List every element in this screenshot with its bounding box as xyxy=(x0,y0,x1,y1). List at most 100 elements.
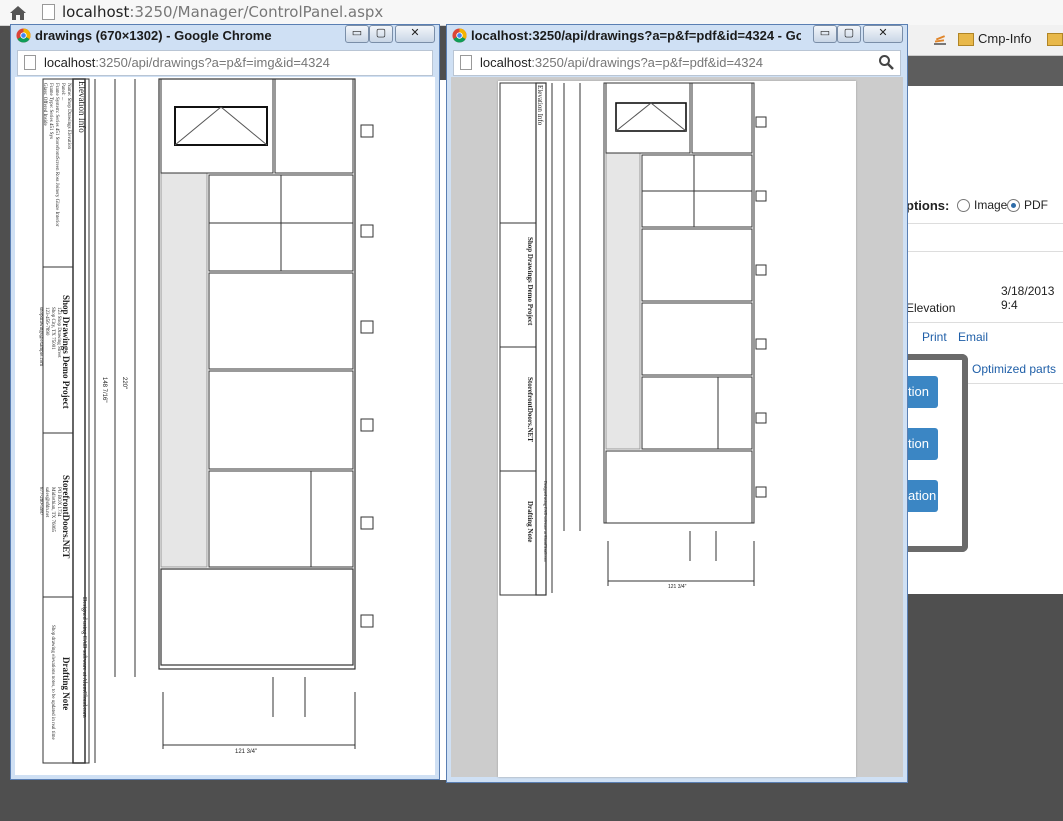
divider xyxy=(906,322,1063,323)
chrome-icon xyxy=(16,28,31,43)
email-link[interactable]: Email xyxy=(958,330,988,344)
dim-side: 220" xyxy=(121,377,127,390)
title-bar[interactable]: drawings (670×1302) - Google Chrome ▭ ▢ … xyxy=(11,25,439,47)
section-marker xyxy=(360,614,374,628)
minimize-button[interactable]: ▭ xyxy=(813,25,837,43)
bottom-panel xyxy=(160,568,354,666)
hatch-panel xyxy=(605,152,641,450)
image-popup-window: drawings (670×1302) - Google Chrome ▭ ▢ … xyxy=(10,24,440,780)
pdf-viewer[interactable]: Elevation Info Shop Drawings Demo Projec… xyxy=(451,77,903,777)
popup-button-1[interactable]: tion xyxy=(906,376,938,408)
title-block-outer xyxy=(499,82,547,596)
window-diag xyxy=(615,102,652,132)
popup-url[interactable]: localhost:3250/api/drawings?a=p&f=img&id… xyxy=(44,55,330,70)
lite-row xyxy=(641,302,753,376)
popup-button-2[interactable]: tion xyxy=(906,428,938,460)
section-marker xyxy=(755,412,767,424)
door-window xyxy=(615,102,687,132)
radio-pdf[interactable] xyxy=(1007,199,1020,212)
divider xyxy=(906,223,1063,224)
section-marker xyxy=(360,418,374,432)
close-button[interactable]: ✕ xyxy=(395,25,435,43)
radio-image-label: Image xyxy=(974,198,1008,212)
page-icon xyxy=(24,55,36,70)
section-marker xyxy=(755,190,767,202)
window-title: localhost:3250/api/drawings?a=p&f=pdf&id… xyxy=(471,28,801,43)
divider xyxy=(906,251,1063,252)
options-label: ptions: xyxy=(906,198,950,213)
company-title: StorefrontDoors.NET xyxy=(61,475,71,559)
lite-row xyxy=(208,370,354,470)
elevation-info-lines: Name: Shop Drawings Elevation Panel: ... F… xyxy=(42,83,71,227)
maximize-button[interactable]: ▢ xyxy=(369,25,393,43)
dim-bottom: 121 3/4" xyxy=(235,749,258,755)
elevation-info-label: Elevation Info xyxy=(536,85,544,126)
section-marker xyxy=(755,338,767,350)
pdf-popup-window: localhost:3250/api/drawings?a=p&f=pdf&id… xyxy=(446,24,908,783)
window-title: drawings (670×1302) - Google Chrome xyxy=(35,28,272,43)
project-title: Shop Drawings Demo Project xyxy=(61,295,71,409)
title-bar[interactable]: localhost:3250/api/drawings?a=p&f=pdf&id… xyxy=(447,25,907,47)
chrome-icon xyxy=(452,28,467,43)
transom xyxy=(160,78,274,174)
background-url[interactable]: localhost:3250/Manager/ControlPanel.aspx xyxy=(62,2,383,22)
drafting-note-title: Drafting Note xyxy=(61,657,71,711)
section-marker xyxy=(755,264,767,276)
action-popup: tion tion ation xyxy=(906,354,968,552)
folder-icon[interactable] xyxy=(1047,33,1063,46)
dim-bottom: 121 3/4" xyxy=(668,584,687,590)
background-header-dark xyxy=(906,56,1063,86)
section-marker xyxy=(360,124,374,138)
optimized-parts-link[interactable]: Optimized parts xyxy=(972,362,1056,376)
background-address-bar: localhost:3250/Manager/ControlPanel.aspx xyxy=(0,0,1063,26)
bottom-panel xyxy=(605,450,753,524)
shop-drawing xyxy=(42,78,374,764)
bookmark-cmp-info[interactable]: Cmp-Info xyxy=(978,31,1031,46)
stackoverflow-icon[interactable] xyxy=(932,31,948,47)
popup-url-bar[interactable]: localhost:3250/api/drawings?a=p&f=pdf&id… xyxy=(453,50,901,76)
section-marker xyxy=(755,116,767,128)
drawing-elevation: Elevation xyxy=(906,301,956,315)
section-marker xyxy=(360,320,374,334)
magnifier-icon[interactable] xyxy=(878,54,894,70)
lite-row xyxy=(641,228,753,302)
print-link[interactable]: Print xyxy=(922,330,947,344)
transom xyxy=(605,82,691,154)
upper-lite xyxy=(274,78,354,174)
elevation-info-label: Elevation Info xyxy=(77,81,87,133)
minimize-button[interactable]: ▭ xyxy=(345,25,369,43)
door-window xyxy=(174,106,268,146)
lite-row xyxy=(208,470,354,568)
dim-total: 148 7/16" xyxy=(101,377,107,403)
project-title: Shop Drawings Demo Project xyxy=(526,237,534,326)
drafting-note-title: Drafting Note xyxy=(526,501,534,543)
background-control-panel: ptions: Image PDF 3/18/2013 9:4 Elevatio… xyxy=(906,86,1063,594)
window-diag xyxy=(174,106,222,146)
lite-row xyxy=(641,376,753,450)
bookmarks-bar: Cmp-Info xyxy=(906,25,1063,56)
radio-pdf-label: PDF xyxy=(1024,198,1048,212)
designed-by: Designed using CAD software at AlumCloud… xyxy=(543,481,548,562)
window-diag xyxy=(650,102,687,132)
shop-drawing-pdf xyxy=(499,82,767,596)
radio-image[interactable] xyxy=(957,199,970,212)
popup-button-3[interactable]: ation xyxy=(906,480,938,512)
drafting-note-text: Shop drawing elevations notes, to be upd… xyxy=(50,625,55,740)
maximize-button[interactable]: ▢ xyxy=(837,25,861,43)
popup-url-bar[interactable]: localhost:3250/api/drawings?a=p&f=img&id… xyxy=(17,50,433,76)
popup-url[interactable]: localhost:3250/api/drawings?a=p&f=pdf&id… xyxy=(480,55,763,70)
folder-icon[interactable] xyxy=(958,33,974,46)
drawing-image: Elevation Info Name: Shop Drawings Eleva… xyxy=(15,77,435,775)
company-lines: PO BOX 1734 Midlothian, TX 76065 sales@sfd… xyxy=(38,487,61,533)
close-button[interactable]: ✕ xyxy=(863,25,903,43)
window-diag xyxy=(220,106,268,146)
section-marker xyxy=(360,516,374,530)
company-title: StorefrontDoors.NET xyxy=(526,377,534,442)
section-marker xyxy=(360,224,374,238)
hatch-panel xyxy=(160,172,208,568)
upper-lite xyxy=(691,82,753,154)
section-marker xyxy=(755,486,767,498)
page-icon xyxy=(460,55,472,70)
page-icon xyxy=(42,4,55,20)
home-icon[interactable] xyxy=(8,3,28,23)
